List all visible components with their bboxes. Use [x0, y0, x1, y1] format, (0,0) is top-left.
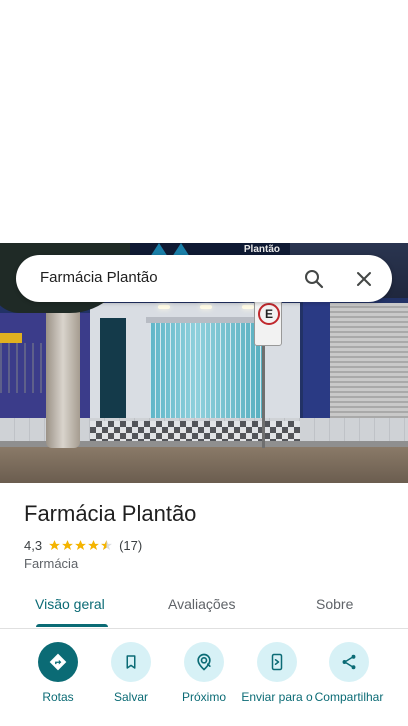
star-icon — [88, 539, 99, 550]
tab-about[interactable]: Sobre — [316, 596, 353, 612]
save-button[interactable]: Salvar — [95, 642, 167, 704]
close-icon[interactable] — [352, 267, 376, 291]
map-area-blank — [0, 0, 408, 243]
search-icon[interactable] — [302, 267, 326, 291]
send-to-phone-label: Enviar para o — [241, 690, 313, 704]
rating-value: 4,3 — [24, 537, 43, 553]
share-button[interactable]: Compartilhar — [313, 642, 385, 704]
share-icon — [342, 654, 356, 670]
nearby-label: Próximo — [181, 690, 226, 704]
star-icon — [49, 539, 60, 550]
send-to-phone-button[interactable]: Enviar para o — [241, 642, 313, 704]
place-title: Farmácia Plantão — [24, 501, 197, 526]
nearby-icon — [197, 653, 211, 671]
directions-icon — [49, 653, 67, 671]
review-count: (17) — [119, 537, 143, 553]
rating-row[interactable]: 4,3 (17) — [24, 536, 142, 554]
directions-button[interactable]: Rotas — [22, 642, 94, 704]
nearby-button[interactable]: Próximo — [168, 642, 240, 704]
bookmark-icon — [126, 655, 136, 669]
parking-sign: E — [254, 300, 282, 346]
directions-label: Rotas — [42, 690, 74, 704]
tab-overview[interactable]: Visão geral — [35, 596, 105, 612]
tab-reviews[interactable]: Avaliações — [168, 596, 235, 612]
star-half-icon — [101, 539, 112, 550]
tab-bar: Visão geral Avaliações Sobre — [0, 582, 408, 629]
star-icon — [75, 539, 86, 550]
save-label: Salvar — [113, 690, 148, 704]
rating-stars — [48, 539, 113, 552]
tab-active-indicator — [36, 624, 108, 627]
share-label: Compartilhar — [314, 690, 384, 704]
star-icon — [62, 539, 73, 550]
place-category: Farmácia — [24, 556, 79, 571]
send-to-phone-icon — [271, 653, 283, 671]
search-bar[interactable]: Farmácia Plantão — [16, 255, 392, 302]
search-input[interactable]: Farmácia Plantão — [40, 269, 158, 286]
